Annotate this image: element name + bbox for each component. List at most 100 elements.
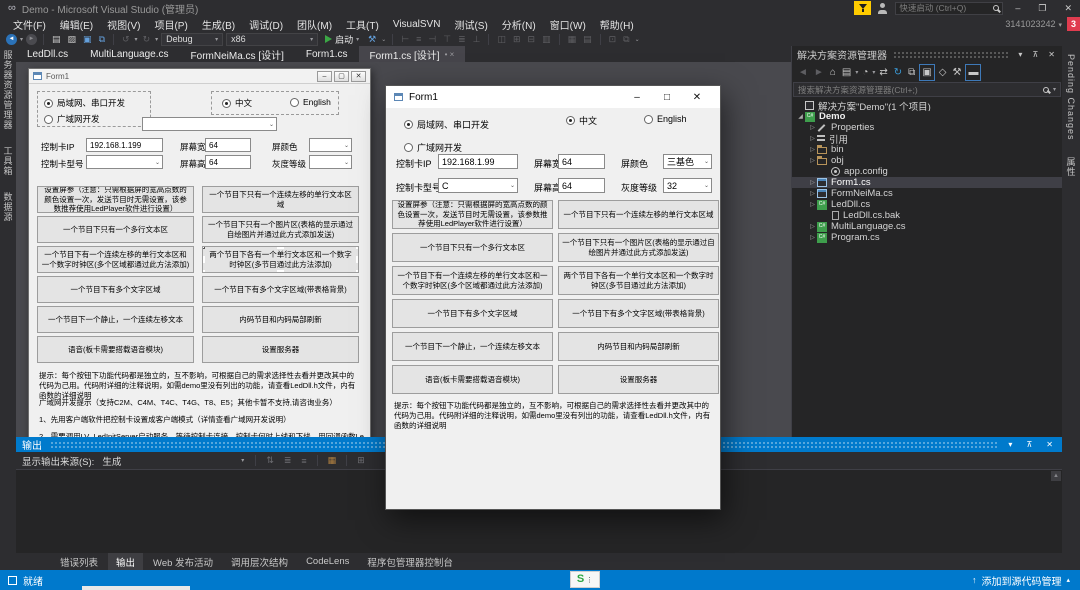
bottom-panel-tab[interactable]: 调用层次结构: [223, 553, 296, 571]
ip-input[interactable]: 192.168.1.99: [438, 154, 518, 169]
radio-chinese[interactable]: 中文: [222, 97, 252, 109]
tree-item[interactable]: ▷ FormNeiMa.cs: [792, 188, 1062, 199]
left-tool-tab[interactable]: 工具箱: [2, 146, 15, 176]
tree-item[interactable]: LedDll.cs.bak: [792, 210, 1062, 221]
document-tab[interactable]: FormNeiMa.cs [设计] • ×: [180, 46, 295, 62]
demo-button[interactable]: 一个节目下只有一个图片区(表格的显示通过自绘图片并通过此方式添加发送): [202, 216, 359, 243]
undo-icon[interactable]: ↺: [120, 33, 132, 45]
save-icon[interactable]: ▣: [81, 33, 94, 45]
bring-to-front-icon[interactable]: ⊡: [607, 33, 619, 45]
menu-item[interactable]: 生成(B): [195, 17, 242, 32]
align-right-icon[interactable]: ⊣: [426, 33, 438, 45]
vertical-spacing-icon[interactable]: ▤: [581, 33, 594, 45]
solution-search-input[interactable]: 搜索解决方案资源管理器(Ctrl+;) ▾: [793, 82, 1061, 97]
demo-button[interactable]: 两个节目下各有一个单行文本区和一个数字时钟区(多节目通过此方法添加): [202, 246, 359, 273]
output-source-select[interactable]: 生成▾: [98, 454, 248, 467]
designer-form[interactable]: Form1 – ▢ ✕ 局域网、串口开发 广域网开发 中文 English ⌄ …: [28, 68, 371, 440]
bottom-panel-tab[interactable]: Web 发布活动: [145, 553, 221, 571]
align-center-icon[interactable]: ≡: [414, 33, 423, 45]
demo-button[interactable]: 一个节目下一个静止，一个连续左移文本: [37, 306, 194, 333]
window-position-icon[interactable]: ▾: [1016, 50, 1024, 59]
show-all-files-icon[interactable]: ▣: [919, 64, 934, 81]
source-control-action[interactable]: ↑ 添加到源代码管理 ▴: [972, 573, 1070, 588]
tree-item[interactable]: ▷ LedDll.cs: [792, 199, 1062, 210]
scrollbar-up-icon[interactable]: ▲: [1051, 471, 1061, 481]
save-all-icon[interactable]: ⧉: [97, 33, 107, 45]
close-tab-icon[interactable]: ×: [450, 50, 455, 59]
maximize-button[interactable]: □: [652, 92, 682, 103]
goto-message-icon[interactable]: ⇅: [263, 455, 277, 466]
screen-color-select[interactable]: ⌄: [309, 138, 352, 152]
close-panel-icon[interactable]: ✕: [1046, 50, 1057, 59]
screen-width-input[interactable]: 64: [558, 154, 605, 169]
running-form-window[interactable]: Form1 – □ ✕ 局域网、串口开发 广域网开发 中文 English 控制…: [385, 85, 721, 510]
attach-process-icon[interactable]: ⚒: [366, 33, 378, 45]
screen-height-input[interactable]: 64: [205, 155, 251, 169]
align-middle-icon[interactable]: ≣: [456, 33, 468, 45]
screen-width-input[interactable]: 64: [205, 138, 251, 152]
gray-level-select[interactable]: ⌄: [309, 155, 352, 169]
model-select[interactable]: C⌄: [438, 178, 518, 193]
demo-button[interactable]: 设置服务器: [202, 336, 359, 363]
demo-button[interactable]: 一个节目下只有一个多行文本区: [37, 216, 194, 243]
minimize-button[interactable]: –: [622, 92, 652, 103]
document-tab[interactable]: Form1.cs [设计] • ×: [359, 46, 466, 62]
radio-english[interactable]: English: [644, 114, 687, 124]
demo-button[interactable]: 两个节目下各有一个单行文本区和一个数字时钟区(多节目通过此方法添加): [558, 266, 719, 295]
navigate-back-icon[interactable]: ◄: [6, 34, 17, 45]
expand-arrow-icon[interactable]: ▷: [808, 223, 817, 230]
extra-combobox[interactable]: ⌄: [142, 117, 277, 131]
gray-level-select[interactable]: 32⌄: [663, 178, 712, 193]
menu-item[interactable]: 文件(F): [6, 17, 53, 32]
same-size-icon[interactable]: ⊞: [511, 33, 523, 45]
tree-item[interactable]: ▷ Form1.cs: [792, 177, 1062, 188]
demo-button[interactable]: 一个节目下有多个文字区域: [37, 276, 194, 303]
bottom-panel-tab[interactable]: 错误列表: [52, 553, 106, 571]
menu-item[interactable]: 工具(T): [339, 17, 386, 32]
expand-arrow-icon[interactable]: ▷: [808, 201, 817, 208]
nested-files-icon[interactable]: ⧉: [906, 65, 917, 80]
word-wrap-icon[interactable]: ⊞: [354, 455, 368, 466]
next-message-icon[interactable]: ≡: [298, 456, 309, 466]
menu-item[interactable]: 分析(N): [495, 17, 543, 32]
menu-item[interactable]: 视图(V): [100, 17, 147, 32]
model-select[interactable]: ⌄: [86, 155, 163, 169]
collapse-all-icon[interactable]: ▤: [840, 65, 853, 80]
tree-item[interactable]: ▷ obj: [792, 155, 1062, 166]
tree-item[interactable]: ▷ Program.cs: [792, 232, 1062, 243]
radio-lan-serial[interactable]: 局域网、串口开发: [44, 97, 125, 109]
menu-item[interactable]: 窗口(W): [543, 17, 593, 32]
horizontal-spacing-icon[interactable]: ▦: [566, 33, 579, 45]
sync-selection-icon[interactable]: ⇄: [877, 65, 889, 80]
bottom-panel-tab[interactable]: 程序包管理器控制台: [359, 553, 461, 571]
spacing-icon[interactable]: ▥: [540, 33, 553, 45]
demo-button[interactable]: 一个节目下有多个文字区域(带表格背景): [558, 299, 719, 328]
demo-button[interactable]: 一个节目下只有一个多行文本区: [392, 233, 553, 262]
tree-item[interactable]: app.config: [792, 166, 1062, 177]
demo-button[interactable]: 一个节目下只有一个图片区(表格的显示通过自绘图片并通过此方式添加发送): [558, 233, 719, 262]
demo-button[interactable]: 一个节目下只有一个连续左移的单行文本区域: [202, 186, 359, 213]
account-icon[interactable]: [877, 3, 889, 14]
demo-button[interactable]: 内码节目和内码局部刷新: [202, 306, 359, 333]
radio-wan[interactable]: 广域网开发: [44, 113, 100, 125]
menu-item[interactable]: 编辑(E): [53, 17, 100, 32]
demo-button[interactable]: 一个节目下有多个文字区域(带表格背景): [202, 276, 359, 303]
quick-launch-input[interactable]: 快速启动 (Ctrl+Q): [895, 2, 1003, 15]
close-panel-icon[interactable]: ✕: [1043, 440, 1056, 449]
expand-arrow-icon[interactable]: ▷: [808, 124, 817, 131]
menu-item[interactable]: VisualSVN: [386, 19, 448, 30]
demo-button[interactable]: 一个节目下有一个连续左移的单行文本区和一个数字时钟区(多个区域都通过此方法添加): [37, 246, 194, 273]
refresh-icon[interactable]: ↻: [892, 65, 904, 80]
toolbar-overflow-icon[interactable]: ⌄: [635, 36, 640, 43]
pin-icon[interactable]: ⊼: [1023, 440, 1035, 449]
prev-message-icon[interactable]: ≣: [281, 455, 295, 466]
navigate-forward-icon[interactable]: ►: [26, 34, 37, 45]
demo-button[interactable]: 设置屏参（注意：只需根据屏的宽高点数的颜色设置一次，发送节目时无需设置，该参数推…: [392, 200, 553, 229]
solution-configuration-select[interactable]: Debug▾: [161, 33, 223, 46]
pin-icon[interactable]: ⊼: [1030, 50, 1040, 59]
document-tab[interactable]: LedDll.cs • ×: [16, 46, 79, 62]
bottom-panel-tab[interactable]: 输出: [108, 553, 143, 571]
radio-wan[interactable]: 广域网开发: [404, 141, 462, 154]
menu-item[interactable]: 调试(D): [242, 17, 290, 32]
ime-toolbar[interactable]: S ⋮: [570, 571, 600, 588]
